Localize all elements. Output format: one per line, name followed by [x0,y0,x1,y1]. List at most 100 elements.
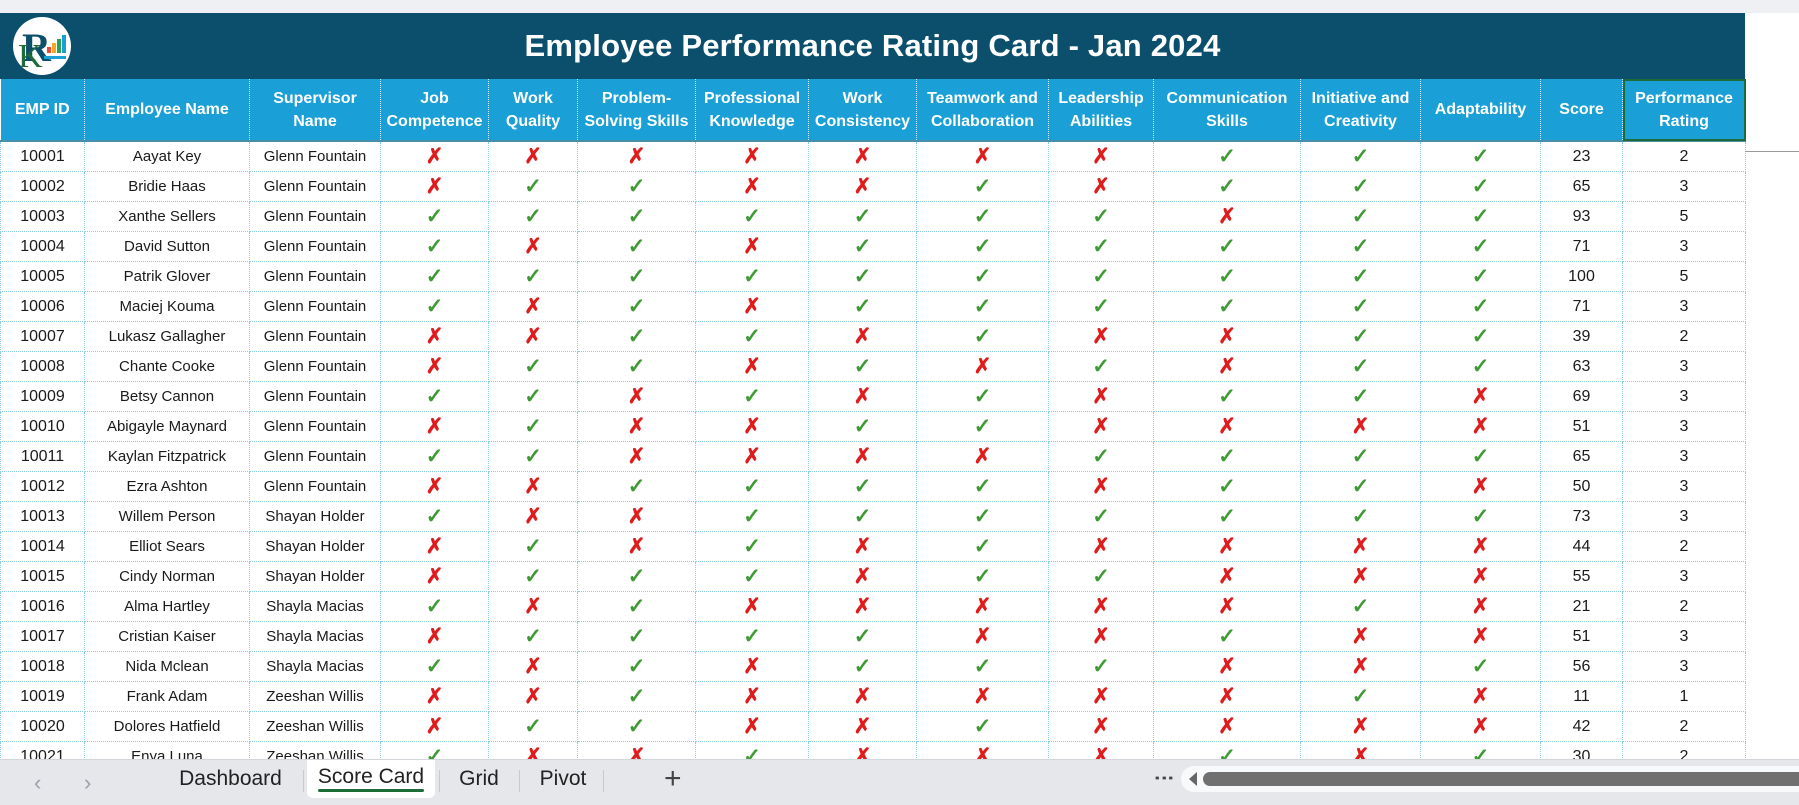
communication-skills-cell[interactable]: ✓ [1153,621,1301,652]
emp-id-cell[interactable]: 10011 [0,441,85,472]
initiative-and-creativity-cell[interactable]: ✓ [1300,261,1421,292]
emp-id-cell[interactable]: 10008 [0,351,85,382]
adaptability-cell[interactable]: ✓ [1420,651,1541,682]
work-quality-cell[interactable]: ✓ [488,351,578,382]
problem-solving-skills-cell[interactable]: ✓ [577,291,696,322]
professional-knowledge-cell[interactable]: ✗ [695,651,809,682]
work-consistency-cell[interactable]: ✓ [808,501,917,532]
emp-id-cell[interactable]: 10021 [0,741,85,759]
score-cell[interactable]: 69 [1540,381,1623,412]
employee-name-cell[interactable]: Lukasz Gallagher [84,321,250,352]
employee-name-cell[interactable]: Patrik Glover [84,261,250,292]
problem-solving-skills-cell[interactable]: ✓ [577,171,696,202]
employee-name-cell[interactable]: Maciej Kouma [84,291,250,322]
teamwork-and-collaboration-cell[interactable]: ✓ [916,231,1049,262]
employee-name-cell[interactable]: Frank Adam [84,681,250,712]
adaptability-cell[interactable]: ✓ [1420,261,1541,292]
next-sheet-chevron-icon[interactable]: › [84,770,91,796]
work-quality-cell[interactable]: ✓ [488,621,578,652]
emp-id-cell[interactable]: 10009 [0,381,85,412]
job-competence-cell[interactable]: ✗ [380,711,489,742]
column-header-employee-name[interactable]: Employee Name [84,79,250,141]
score-cell[interactable]: 51 [1540,621,1623,652]
initiative-and-creativity-cell[interactable]: ✗ [1300,531,1421,562]
work-consistency-cell[interactable]: ✗ [808,441,917,472]
communication-skills-cell[interactable]: ✗ [1153,591,1301,622]
communication-skills-cell[interactable]: ✓ [1153,501,1301,532]
employee-name-cell[interactable]: Aayat Key [84,140,250,172]
tab-dashboard[interactable]: Dashboard [168,760,293,798]
score-cell[interactable]: 30 [1540,741,1623,759]
work-quality-cell[interactable]: ✗ [488,471,578,502]
work-quality-cell[interactable]: ✓ [488,441,578,472]
work-consistency-cell[interactable]: ✗ [808,531,917,562]
teamwork-and-collaboration-cell[interactable]: ✓ [916,471,1049,502]
initiative-and-creativity-cell[interactable]: ✓ [1300,201,1421,232]
professional-knowledge-cell[interactable]: ✗ [695,231,809,262]
work-consistency-cell[interactable]: ✗ [808,681,917,712]
problem-solving-skills-cell[interactable]: ✗ [577,381,696,412]
adaptability-cell[interactable]: ✗ [1420,561,1541,592]
work-consistency-cell[interactable]: ✗ [808,171,917,202]
score-cell[interactable]: 11 [1540,681,1623,712]
work-quality-cell[interactable]: ✗ [488,231,578,262]
professional-knowledge-cell[interactable]: ✓ [695,261,809,292]
job-competence-cell[interactable]: ✗ [380,621,489,652]
performance-rating-cell[interactable]: 3 [1622,561,1746,592]
problem-solving-skills-cell[interactable]: ✓ [577,321,696,352]
tab-pivot[interactable]: Pivot [523,760,603,798]
performance-rating-cell[interactable]: 3 [1622,411,1746,442]
initiative-and-creativity-cell[interactable]: ✓ [1300,591,1421,622]
professional-knowledge-cell[interactable]: ✓ [695,471,809,502]
teamwork-and-collaboration-cell[interactable]: ✓ [916,261,1049,292]
employee-name-cell[interactable]: Willem Person [84,501,250,532]
job-competence-cell[interactable]: ✗ [380,561,489,592]
initiative-and-creativity-cell[interactable]: ✓ [1300,501,1421,532]
score-cell[interactable]: 71 [1540,291,1623,322]
supervisor-name-cell[interactable]: Shayla Macias [249,621,381,652]
leadership-abilities-cell[interactable]: ✗ [1048,681,1154,712]
adaptability-cell[interactable]: ✓ [1420,201,1541,232]
tab-score-card[interactable]: Score Card [307,760,435,798]
work-quality-cell[interactable]: ✓ [488,261,578,292]
adaptability-cell[interactable]: ✗ [1420,411,1541,442]
communication-skills-cell[interactable]: ✓ [1153,741,1301,759]
emp-id-cell[interactable]: 10015 [0,561,85,592]
performance-rating-cell[interactable]: 5 [1622,201,1746,232]
problem-solving-skills-cell[interactable]: ✓ [577,591,696,622]
adaptability-cell[interactable]: ✗ [1420,381,1541,412]
adaptability-cell[interactable]: ✓ [1420,441,1541,472]
work-consistency-cell[interactable]: ✗ [808,711,917,742]
job-competence-cell[interactable]: ✗ [380,321,489,352]
problem-solving-skills-cell[interactable]: ✗ [577,531,696,562]
communication-skills-cell[interactable]: ✓ [1153,381,1301,412]
performance-rating-cell[interactable]: 3 [1622,501,1746,532]
column-header-emp-id[interactable]: EMP ID [0,79,85,141]
leadership-abilities-cell[interactable]: ✗ [1048,711,1154,742]
supervisor-name-cell[interactable]: Glenn Fountain [249,381,381,412]
problem-solving-skills-cell[interactable]: ✓ [577,651,696,682]
scroll-left-arrow-icon[interactable] [1189,772,1197,786]
adaptability-cell[interactable]: ✗ [1420,591,1541,622]
work-consistency-cell[interactable]: ✓ [808,201,917,232]
adaptability-cell[interactable]: ✗ [1420,621,1541,652]
employee-name-cell[interactable]: Cindy Norman [84,561,250,592]
teamwork-and-collaboration-cell[interactable]: ✗ [916,351,1049,382]
initiative-and-creativity-cell[interactable]: ✗ [1300,741,1421,759]
score-cell[interactable]: 63 [1540,351,1623,382]
adaptability-cell[interactable]: ✓ [1420,741,1541,759]
work-quality-cell[interactable]: ✓ [488,411,578,442]
work-quality-cell[interactable]: ✓ [488,201,578,232]
work-consistency-cell[interactable]: ✓ [808,291,917,322]
job-competence-cell[interactable]: ✗ [380,171,489,202]
teamwork-and-collaboration-cell[interactable]: ✓ [916,411,1049,442]
score-cell[interactable]: 55 [1540,561,1623,592]
scrollbar-thumb[interactable] [1203,772,1799,786]
score-cell[interactable]: 71 [1540,231,1623,262]
employee-name-cell[interactable]: Alma Hartley [84,591,250,622]
score-cell[interactable]: 42 [1540,711,1623,742]
column-header-score[interactable]: Score [1540,79,1623,141]
leadership-abilities-cell[interactable]: ✓ [1048,231,1154,262]
emp-id-cell[interactable]: 10001 [0,140,85,172]
work-consistency-cell[interactable]: ✓ [808,261,917,292]
